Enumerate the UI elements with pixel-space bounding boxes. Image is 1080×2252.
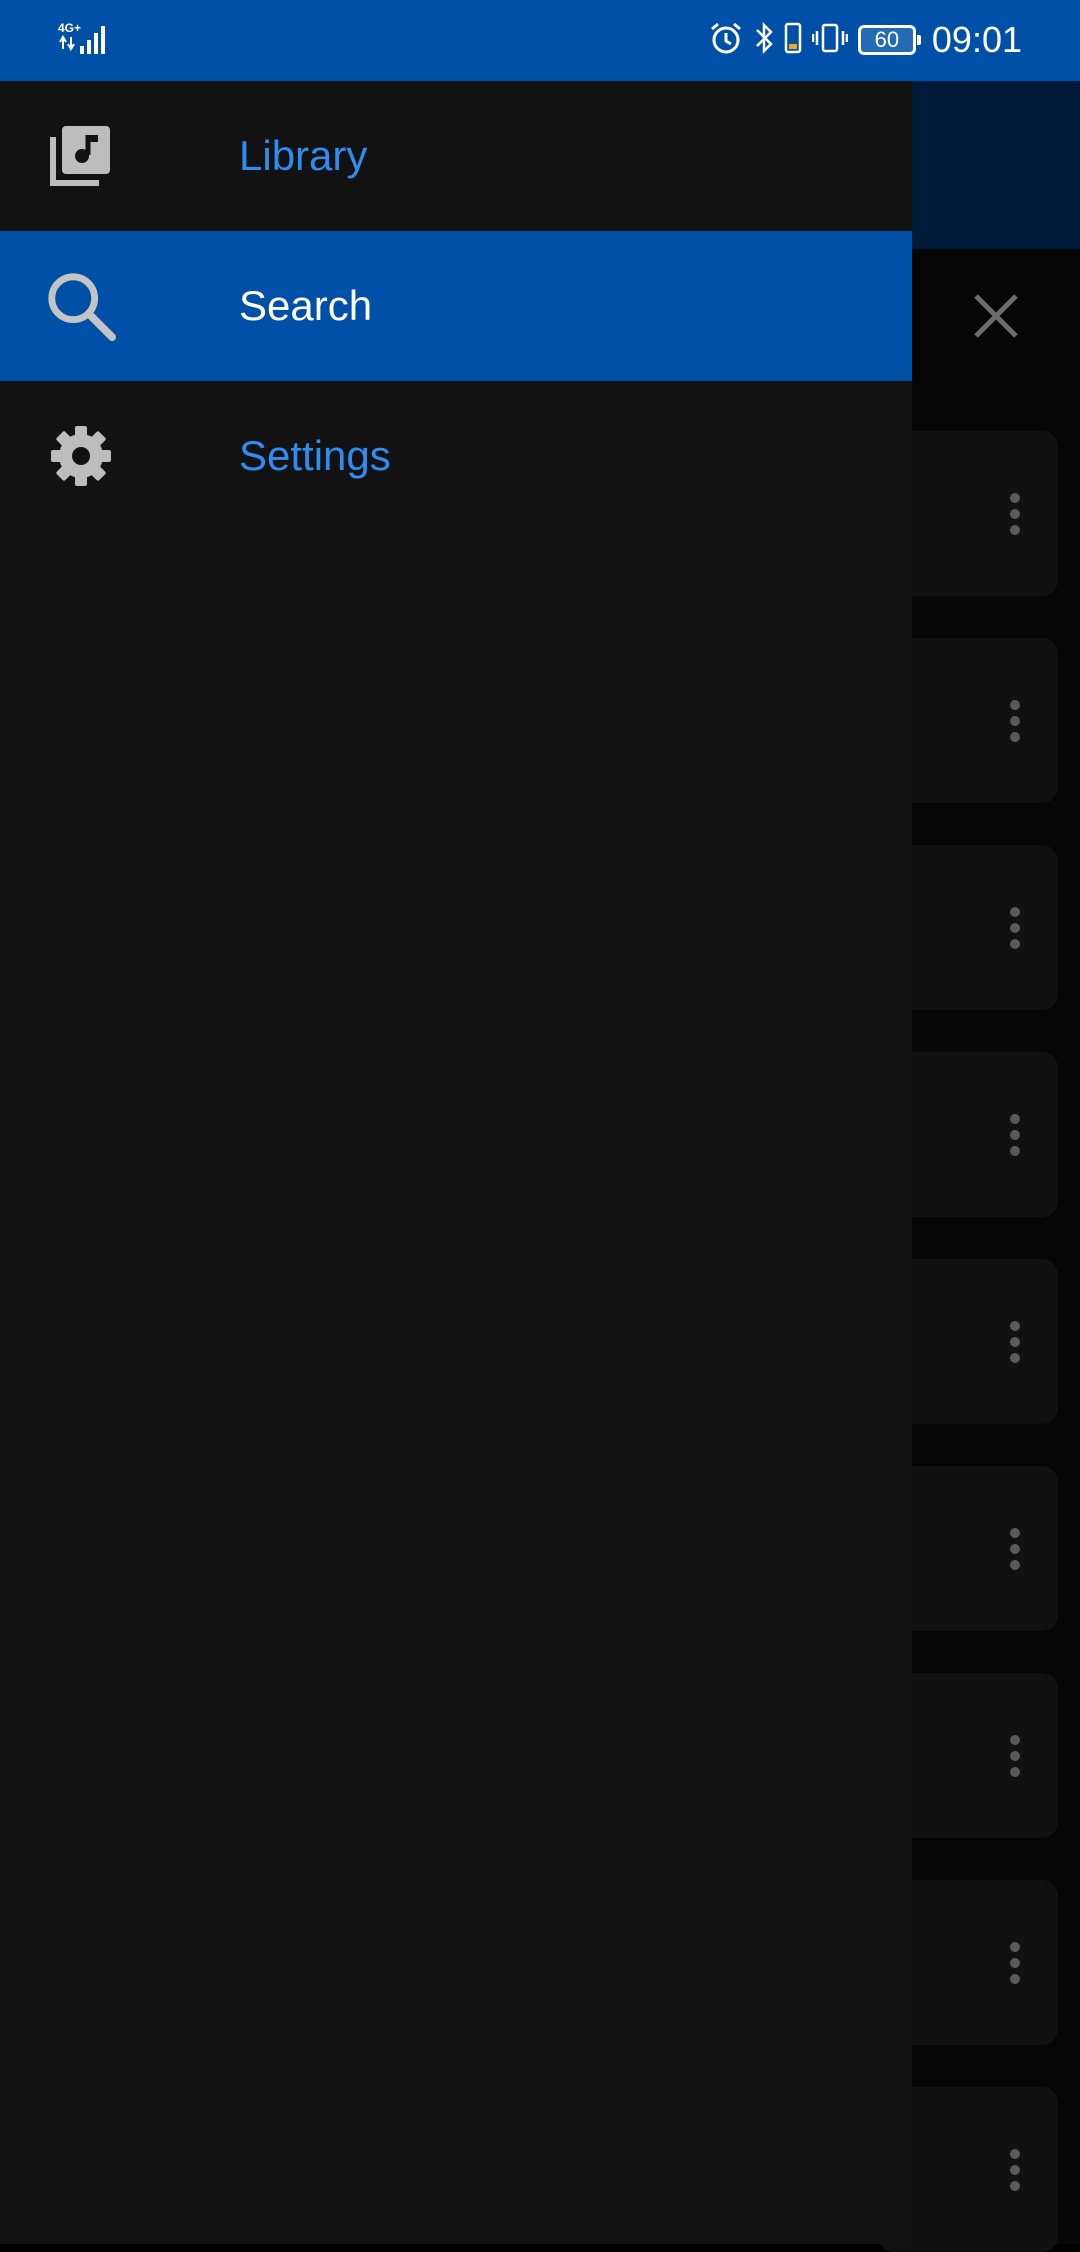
svg-text:4G+: 4G+ — [58, 21, 81, 35]
more-options-icon — [1010, 1942, 1020, 1984]
signal-icon: 4G+ — [56, 20, 116, 63]
drawer-item-label: Search — [239, 282, 373, 329]
bluetooth-icon — [754, 20, 774, 61]
drawer-item-label: Library — [239, 132, 368, 179]
close-icon — [970, 290, 1022, 342]
more-options-icon — [1010, 493, 1020, 535]
more-options-icon — [1010, 700, 1020, 742]
more-options-icon — [1010, 1735, 1020, 1777]
gear-icon — [44, 423, 118, 489]
more-options-icon — [1010, 1321, 1020, 1363]
vibrate-icon — [811, 20, 849, 61]
more-options-icon — [1010, 2149, 1020, 2191]
battery-icon: 60 — [857, 25, 921, 55]
more-options-icon — [1010, 1528, 1020, 1570]
phone-battery-icon — [784, 20, 802, 61]
status-bar: 4G+ 60 09:01 — [0, 0, 1080, 81]
drawer-item-search[interactable]: Search — [0, 231, 912, 381]
more-options-icon — [1010, 907, 1020, 949]
music-library-icon — [44, 123, 118, 189]
drawer-item-library[interactable]: Library — [0, 81, 912, 231]
alarm-icon — [708, 20, 744, 61]
drawer-item-label: Settings — [239, 432, 391, 479]
status-time: 09:01 — [931, 19, 1022, 60]
more-options-icon — [1010, 1114, 1020, 1156]
navigation-drawer: Library Search Settings — [0, 81, 912, 2244]
drawer-item-settings[interactable]: Settings — [0, 381, 912, 531]
search-icon — [44, 273, 118, 342]
